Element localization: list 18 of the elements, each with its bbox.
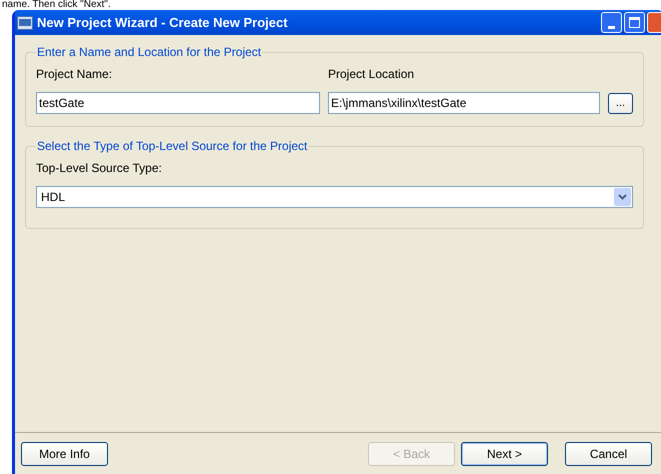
- chevron-down-icon: [618, 194, 627, 200]
- browse-button[interactable]: ...: [608, 92, 633, 114]
- more-info-button[interactable]: More Info: [21, 442, 108, 466]
- project-location-field[interactable]: E:\jmmans\xilinx\testGate: [328, 92, 600, 114]
- group-legend: Select the Type of Top-Level Source for the Project: [36, 137, 308, 155]
- dialog-button[interactable]: Next >: [461, 442, 548, 466]
- field-label: Project Location: [328, 66, 416, 83]
- caption-text: name. Then click "Next".: [2, 0, 111, 10]
- minimize-button[interactable]: [601, 12, 622, 33]
- field-label: Project Name:: [36, 66, 114, 83]
- source-type-dropdown[interactable]: HDL: [36, 186, 633, 208]
- field-label: Top-Level Source Type:: [36, 160, 163, 177]
- maximize-button[interactable]: [624, 12, 645, 33]
- window-title: New Project Wizard - Create New Project: [37, 14, 288, 32]
- group-legend: Enter a Name and Location for the Project: [36, 43, 262, 61]
- app-icon: [17, 16, 33, 30]
- project-name-field[interactable]: testGate: [36, 92, 320, 114]
- dialog-button[interactable]: Cancel: [565, 442, 652, 466]
